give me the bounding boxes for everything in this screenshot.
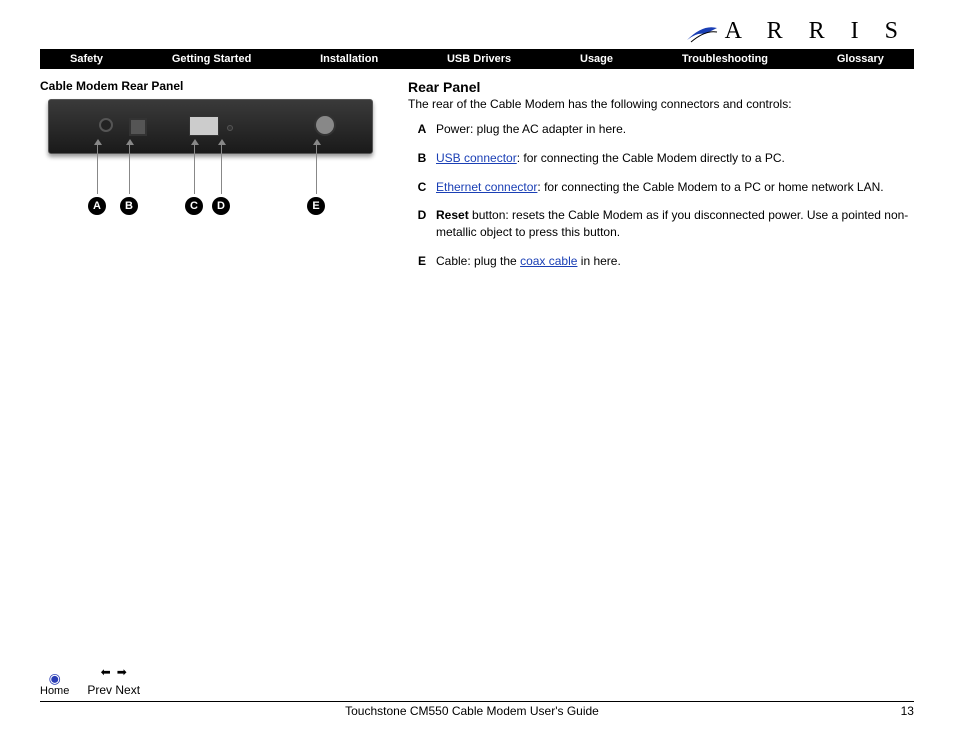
arrow-a-icon (97, 144, 98, 194)
arrow-c-icon (194, 144, 195, 194)
nav-safety[interactable]: Safety (70, 53, 103, 65)
item-letter: D (408, 207, 436, 241)
prev-arrow-icon[interactable]: ⬅ (101, 665, 111, 679)
footer-spacer (40, 704, 43, 718)
power-port-icon (99, 118, 113, 132)
item-text: Cable: plug the coax cable in here. (436, 253, 914, 270)
next-arrow-icon[interactable]: ➡ (117, 665, 127, 679)
page-number: 13 (901, 704, 914, 718)
home-icon: ◉ (49, 671, 61, 685)
arrow-e-icon (316, 144, 317, 194)
nav-usb-drivers[interactable]: USB Drivers (447, 53, 511, 65)
item-letter: E (408, 253, 436, 270)
reset-bold: Reset (436, 208, 469, 222)
usb-connector-link[interactable]: USB connector (436, 151, 517, 165)
item-text: Reset button: resets the Cable Modem as … (436, 207, 914, 241)
reset-button-icon (227, 125, 233, 131)
footer-title: Touchstone CM550 Cable Modem User's Guid… (345, 704, 599, 718)
nav-usage[interactable]: Usage (580, 53, 613, 65)
item-e-pre: Cable: plug the (436, 254, 520, 268)
prev-label[interactable]: Prev (87, 683, 112, 697)
brand-text: A R R I S (725, 18, 908, 45)
item-letter: C (408, 179, 436, 196)
nav-troubleshooting[interactable]: Troubleshooting (682, 53, 768, 65)
arris-swoosh-icon (685, 20, 719, 44)
arrow-d-icon (221, 144, 222, 194)
coax-port-icon (314, 114, 336, 136)
item-d-post: button: resets the Cable Modem as if you… (436, 208, 908, 239)
intro-text: The rear of the Cable Modem has the foll… (408, 97, 914, 111)
item-e: E Cable: plug the coax cable in here. (408, 253, 914, 270)
nav-installation[interactable]: Installation (320, 53, 378, 65)
left-heading: Cable Modem Rear Panel (40, 79, 400, 93)
home-label: Home (40, 685, 69, 697)
nav-bar: Safety Getting Started Installation USB … (40, 49, 914, 69)
item-b: B USB connector: for connecting the Cabl… (408, 150, 914, 167)
item-letter: B (408, 150, 436, 167)
next-label[interactable]: Next (115, 683, 140, 697)
item-text: Ethernet connector: for connecting the C… (436, 179, 914, 196)
callout-a: A (88, 197, 106, 215)
item-a: A Power: plug the AC adapter in here. (408, 121, 914, 138)
usb-port-icon (129, 118, 147, 136)
arrow-b-icon (129, 144, 130, 194)
ethernet-connector-link[interactable]: Ethernet connector (436, 180, 537, 194)
section-heading: Rear Panel (408, 79, 914, 95)
brand-logo: A R R I S (685, 18, 908, 45)
item-c-post: : for connecting the Cable Modem to a PC… (537, 180, 883, 194)
item-e-post: in here. (577, 254, 620, 268)
item-text: Power: plug the AC adapter in here. (436, 121, 914, 138)
item-letter: A (408, 121, 436, 138)
ethernet-port-icon (189, 116, 219, 136)
item-b-post: : for connecting the Cable Modem directl… (517, 151, 785, 165)
rear-panel-illustration: A B C D E (40, 99, 380, 229)
callout-c: C (185, 197, 203, 215)
item-text: USB connector: for connecting the Cable … (436, 150, 914, 167)
home-button[interactable]: ◉ Home (40, 671, 69, 697)
callout-d: D (212, 197, 230, 215)
item-d: D Reset button: resets the Cable Modem a… (408, 207, 914, 241)
coax-cable-link[interactable]: coax cable (520, 254, 577, 268)
callout-b: B (120, 197, 138, 215)
nav-getting-started[interactable]: Getting Started (172, 53, 251, 65)
nav-glossary[interactable]: Glossary (837, 53, 884, 65)
callout-e: E (307, 197, 325, 215)
item-c: C Ethernet connector: for connecting the… (408, 179, 914, 196)
